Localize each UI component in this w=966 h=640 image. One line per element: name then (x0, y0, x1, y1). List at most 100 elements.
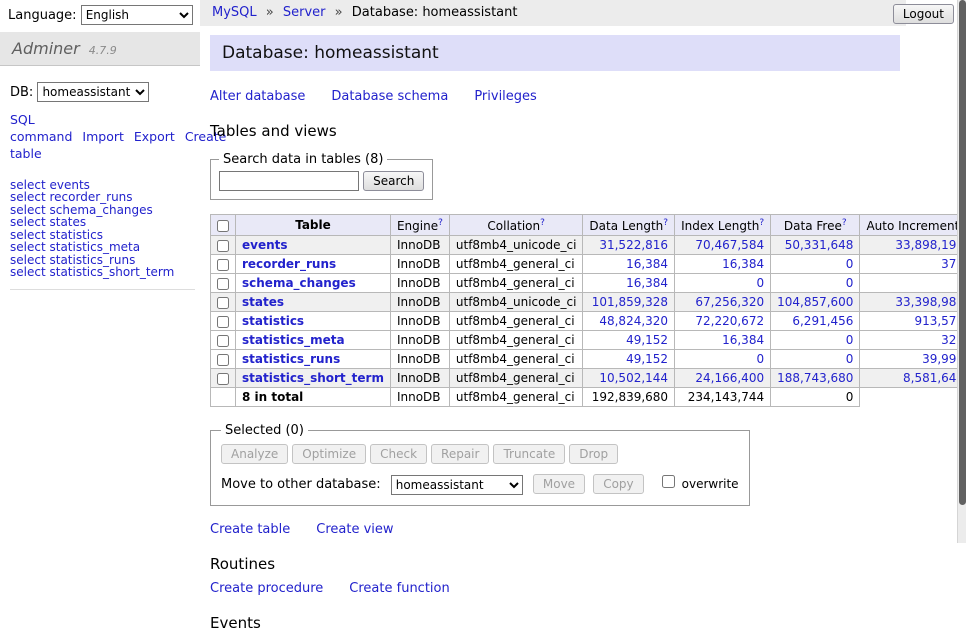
select-all-cell (211, 215, 236, 236)
language-select[interactable]: English (81, 5, 193, 25)
db-selector-row: DB: homeassistant (10, 82, 200, 102)
row-checkbox-cell (211, 255, 236, 274)
value-cell: 188,743,680 (771, 369, 860, 388)
language-label: Language: (8, 8, 77, 23)
value-cell: 72,220,672 (675, 312, 771, 331)
app-title: Adminer 4.7.9 (0, 32, 200, 66)
table-link-events[interactable]: events (242, 238, 288, 252)
help-link-collation[interactable]: ? (540, 218, 545, 228)
help-link-engine[interactable]: ? (438, 218, 443, 228)
table-link-recorder_runs[interactable]: recorder_runs (242, 257, 336, 271)
nav-link-alter-database[interactable]: Alter database (210, 89, 305, 104)
help-sup: ? (540, 217, 545, 228)
table-name-cell: events (236, 236, 391, 255)
move-db-select[interactable]: homeassistant (391, 475, 523, 495)
value-cell: 48,824,320 (583, 312, 675, 331)
engine-cell: InnoDB (390, 369, 449, 388)
row-checkbox-cell (211, 331, 236, 350)
help-sup: ? (842, 217, 847, 228)
table-link-schema_changes[interactable]: schema_changes (242, 276, 356, 290)
table-link-statistics_short_term[interactable]: statistics_short_term (242, 371, 384, 385)
table-row: statistics_metaInnoDButf8mb4_general_ci4… (211, 331, 966, 350)
optimize-button[interactable]: Optimize (292, 444, 366, 464)
sidebar-table-item: select statistics_short_term (10, 266, 195, 279)
totals-data-free-cell: 0 (771, 388, 860, 407)
sidebar-action-export[interactable]: Export (134, 129, 175, 144)
value-cell: 33,398,984 (860, 293, 966, 312)
value-cell: 10,502,144 (583, 369, 675, 388)
nav-link-database-schema[interactable]: Database schema (331, 89, 448, 104)
column-header-data-free: Data Free? (771, 215, 860, 236)
column-header-engine: Engine? (390, 215, 449, 236)
table-name-cell: statistics_runs (236, 350, 391, 369)
value-cell: 39,999 (860, 350, 966, 369)
collation-cell: utf8mb4_unicode_ci (449, 293, 583, 312)
value-cell: 31,522,816 (583, 236, 675, 255)
engine-cell: InnoDB (390, 274, 449, 293)
totals-index-length-cell: 234,143,744 (675, 388, 771, 407)
row-checkbox-statistics_meta[interactable] (217, 335, 229, 347)
tables-heading: Tables and views (210, 122, 966, 140)
help-link-data-free[interactable]: ? (842, 218, 847, 228)
sidebar-action-sql-command[interactable]: SQL command (10, 112, 72, 144)
help-link-index-length[interactable]: ? (759, 218, 764, 228)
nav-link-privileges[interactable]: Privileges (474, 89, 537, 104)
overwrite-checkbox[interactable] (662, 475, 675, 488)
routine-link-create-function[interactable]: Create function (349, 581, 449, 596)
sidebar-table-link-statistics_short_term[interactable]: statistics_short_term (49, 265, 174, 279)
row-checkbox-states[interactable] (217, 297, 229, 309)
table-link-statistics[interactable]: statistics (242, 314, 304, 328)
collation-cell: utf8mb4_general_ci (449, 369, 583, 388)
db-select[interactable]: homeassistant (37, 82, 149, 102)
move-button[interactable]: Move (533, 474, 585, 494)
routines-heading: Routines (210, 555, 966, 573)
sidebar-table-list: select eventsselect recorder_runsselect … (10, 179, 195, 290)
check-button[interactable]: Check (370, 444, 427, 464)
value-cell: 6 (860, 274, 966, 293)
column-header-data-length: Data Length? (583, 215, 675, 236)
copy-button[interactable]: Copy (593, 474, 643, 494)
routine-link-create-procedure[interactable]: Create procedure (210, 581, 323, 596)
scrollbar[interactable] (957, 0, 966, 543)
column-header-index-length: Index Length? (675, 215, 771, 236)
value-cell: 49,152 (583, 331, 675, 350)
search-legend: Search data in tables (8) (219, 152, 387, 167)
create-link-create-table[interactable]: Create table (210, 522, 290, 537)
value-cell: 0 (675, 274, 771, 293)
value-cell: 49,152 (583, 350, 675, 369)
sidebar-select-link-statistics_short_term[interactable]: select (10, 265, 46, 279)
column-header-auto-increment: Auto Increment? (860, 215, 966, 236)
truncate-button[interactable]: Truncate (493, 444, 565, 464)
drop-button[interactable]: Drop (569, 444, 618, 464)
row-checkbox-statistics_short_term[interactable] (217, 373, 229, 385)
table-link-states[interactable]: states (242, 295, 284, 309)
search-button[interactable]: Search (363, 171, 424, 191)
row-checkbox-events[interactable] (217, 240, 229, 252)
scrollbar-thumb[interactable] (959, 0, 966, 505)
table-link-statistics_runs[interactable]: statistics_runs (242, 352, 340, 366)
create-links: Create table Create view (210, 522, 966, 537)
row-checkbox-statistics[interactable] (217, 316, 229, 328)
help-sup: ? (759, 217, 764, 228)
table-row: schema_changesInnoDButf8mb4_general_ci16… (211, 274, 966, 293)
repair-button[interactable]: Repair (431, 444, 489, 464)
row-checkbox-schema_changes[interactable] (217, 278, 229, 290)
search-input[interactable] (219, 171, 359, 191)
totals-data-length-cell: 192,839,680 (583, 388, 675, 407)
row-checkbox-recorder_runs[interactable] (217, 259, 229, 271)
value-cell: 0 (771, 255, 860, 274)
help-link-data-length[interactable]: ? (663, 218, 668, 228)
sidebar-action-import[interactable]: Import (82, 129, 124, 144)
value-cell: 16,384 (675, 255, 771, 274)
create-link-create-view[interactable]: Create view (316, 522, 393, 537)
select-all-checkbox[interactable] (217, 220, 229, 232)
value-cell: 50,331,648 (771, 236, 860, 255)
sidebar-actions: SQL commandImportExportCreate table (10, 112, 178, 163)
value-cell: 33,898,196 (860, 236, 966, 255)
table-row: statistics_runsInnoDButf8mb4_general_ci4… (211, 350, 966, 369)
value-cell: 67,256,320 (675, 293, 771, 312)
analyze-button[interactable]: Analyze (221, 444, 288, 464)
value-cell: 325 (860, 331, 966, 350)
row-checkbox-statistics_runs[interactable] (217, 354, 229, 366)
table-link-statistics_meta[interactable]: statistics_meta (242, 333, 345, 347)
